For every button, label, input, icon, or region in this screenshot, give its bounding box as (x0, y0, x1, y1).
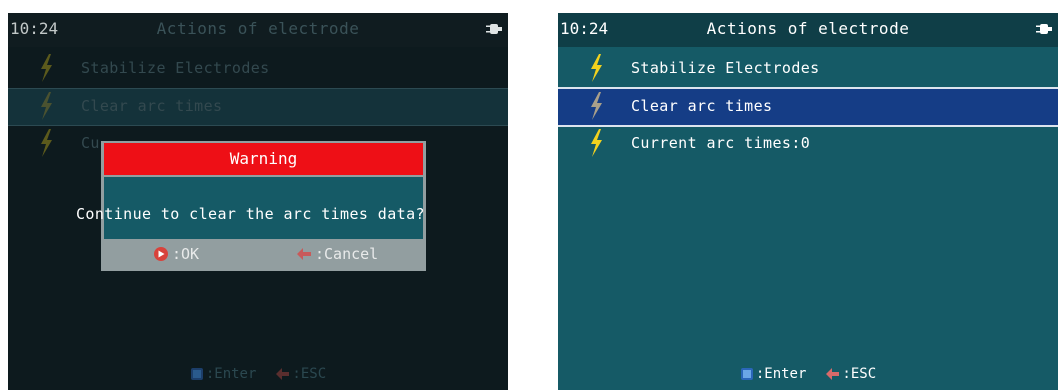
device-screen-dialog: 10:24 Actions of electrode Stabilize Ele… (8, 13, 508, 390)
dialog-title: Warning (229, 149, 298, 168)
device-screen-menu: 10:24 Actions of electrode Stabilize Ele… (558, 13, 1058, 390)
back-arrow-icon (297, 248, 311, 260)
menu-item-label: Clear arc times (631, 97, 773, 115)
lightning-bolt-icon (591, 54, 602, 82)
dialog-header: Warning (104, 143, 423, 175)
enter-key-icon (740, 368, 753, 380)
menu-item-stabilize-electrodes[interactable]: Stabilize Electrodes (8, 51, 508, 87)
ok-button-icon (154, 247, 168, 261)
status-bar: 10:24 Actions of electrode (558, 13, 1058, 47)
plug-icon (486, 24, 502, 34)
lightning-bolt-icon (591, 129, 602, 157)
dialog-message: Continue to clear the arc times data? (76, 205, 425, 223)
footer-esc-label: :ESC (292, 366, 327, 382)
esc-key-icon (276, 368, 290, 380)
menu-item-clear-arc-times[interactable]: Clear arc times (8, 88, 508, 126)
esc-key-icon (826, 368, 840, 380)
footer-enter-label: :Enter (755, 366, 807, 382)
menu-item-label: Cu (81, 134, 100, 152)
enter-key-icon (190, 368, 203, 380)
footer-esc-label: :ESC (842, 366, 877, 382)
ok-button[interactable]: :OK (153, 241, 199, 267)
screen-title: Actions of electrode (156, 19, 360, 38)
lightning-bolt-icon (41, 92, 52, 120)
footer-enter-label: :Enter (205, 366, 257, 382)
status-bar: 10:24 Actions of electrode (8, 13, 508, 47)
menu-item-label: Current arc times:0 (631, 134, 811, 152)
footer-bar: :Enter :ESC (558, 360, 1058, 390)
plug-icon (1036, 24, 1052, 34)
lightning-bolt-icon (41, 54, 52, 82)
screen-title: Actions of electrode (706, 19, 910, 38)
cancel-button[interactable]: :Cancel (296, 241, 378, 267)
menu-item-clear-arc-times[interactable]: Clear arc times (558, 87, 1058, 127)
lightning-bolt-icon (41, 129, 52, 157)
cancel-button-label: :Cancel (315, 245, 379, 263)
ok-button-label: :OK (172, 245, 200, 263)
menu-item-label: Stabilize Electrodes (81, 59, 270, 77)
menu-item-label: Clear arc times (81, 97, 223, 115)
menu-item-current-arc-times[interactable]: Current arc times:0 (558, 126, 1058, 162)
menu-item-stabilize-electrodes[interactable]: Stabilize Electrodes (558, 51, 1058, 87)
menu-item-label: Stabilize Electrodes (631, 59, 820, 77)
footer-bar: :Enter :ESC (8, 360, 508, 390)
lightning-bolt-icon (591, 92, 602, 120)
